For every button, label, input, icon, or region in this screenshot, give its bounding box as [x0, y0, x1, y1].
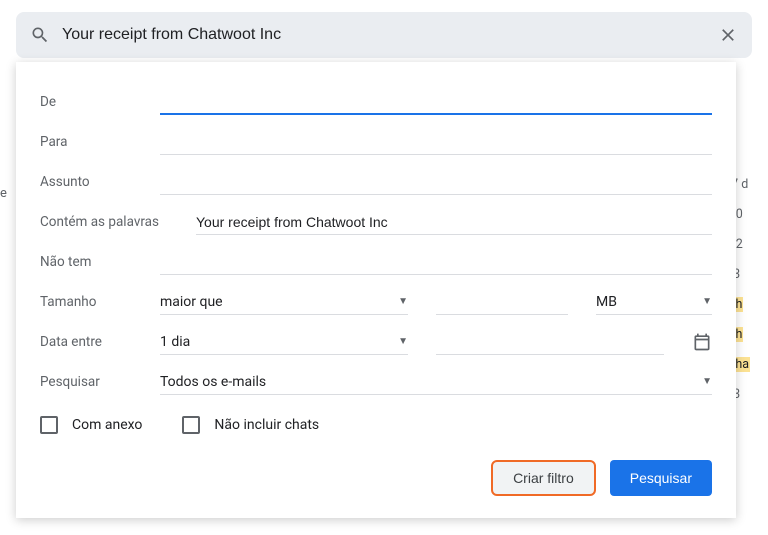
- size-unit-select[interactable]: MB ▼: [596, 290, 712, 315]
- date-range-value: 1 dia: [160, 334, 190, 350]
- advanced-search-panel: De Para Assunto Contém as palavras Não t…: [16, 62, 736, 518]
- create-filter-button[interactable]: Criar filtro: [491, 460, 596, 496]
- subject-label: Assunto: [40, 174, 160, 190]
- to-input[interactable]: [160, 130, 712, 155]
- search-icon: [30, 25, 50, 45]
- background-left-fragment: e: [0, 186, 15, 201]
- size-unit-value: MB: [596, 294, 617, 310]
- clear-icon[interactable]: [718, 25, 738, 45]
- not-have-input[interactable]: [160, 250, 712, 275]
- nochats-checkbox[interactable]: Não incluir chats: [182, 416, 319, 434]
- has-words-input[interactable]: [196, 210, 712, 235]
- date-label: Data entre: [40, 334, 160, 350]
- from-label: De: [40, 94, 160, 110]
- search-button[interactable]: Pesquisar: [610, 460, 712, 496]
- size-operator-value: maior que: [160, 294, 223, 310]
- checkbox-box: [40, 416, 58, 434]
- search-input[interactable]: [50, 26, 718, 44]
- chevron-down-icon: ▼: [398, 296, 408, 307]
- from-input[interactable]: [160, 89, 712, 115]
- not-have-label: Não tem: [40, 254, 160, 270]
- checkbox-box: [182, 416, 200, 434]
- search-in-select[interactable]: Todos os e-mails ▼: [160, 370, 712, 395]
- attachment-checkbox-label: Com anexo: [72, 417, 142, 433]
- chevron-down-icon: ▼: [398, 336, 408, 347]
- search-in-label: Pesquisar: [40, 374, 160, 390]
- search-in-value: Todos os e-mails: [160, 374, 266, 390]
- subject-input[interactable]: [160, 170, 712, 195]
- date-input[interactable]: [436, 330, 664, 355]
- has-words-label: Contém as palavras: [40, 214, 196, 230]
- size-value-input[interactable]: [436, 290, 568, 315]
- size-label: Tamanho: [40, 294, 160, 310]
- date-range-select[interactable]: 1 dia ▼: [160, 330, 408, 355]
- search-bar[interactable]: [16, 12, 752, 58]
- nochats-checkbox-label: Não incluir chats: [214, 417, 319, 433]
- chevron-down-icon: ▼: [702, 296, 712, 307]
- calendar-icon[interactable]: [692, 332, 712, 352]
- chevron-down-icon: ▼: [702, 376, 712, 387]
- attachment-checkbox[interactable]: Com anexo: [40, 416, 142, 434]
- size-operator-select[interactable]: maior que ▼: [160, 290, 408, 315]
- to-label: Para: [40, 134, 160, 150]
